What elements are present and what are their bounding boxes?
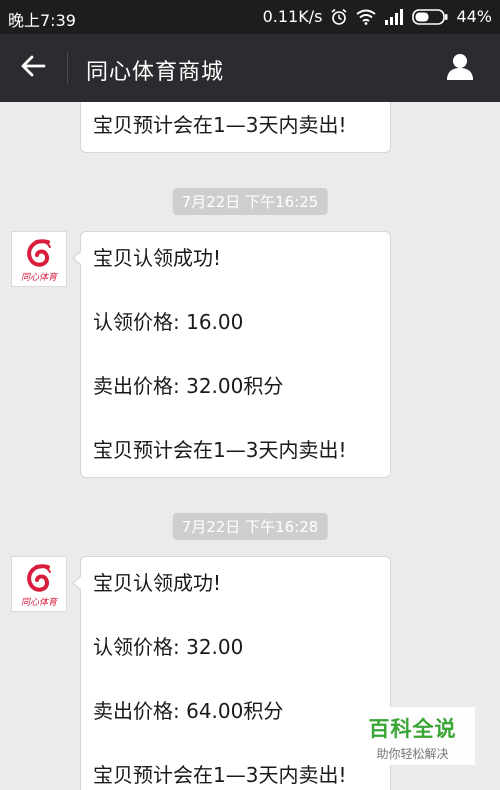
watermark: 百科全说 助你轻松解决 xyxy=(350,707,475,765)
message-bubble: 宝贝认领成功! 认领价格: 16.00 卖出价格: 32.00积分 宝贝预计会在… xyxy=(72,231,391,478)
header: 同心体育商城 xyxy=(0,34,500,102)
message-line: 卖出价格: 32.00积分 xyxy=(93,374,284,398)
battery-icon xyxy=(412,8,448,25)
message-timestamp: 7月22日 下午16:28 xyxy=(172,513,328,540)
watermark-title: 百科全说 xyxy=(368,717,457,741)
message-line: 宝贝预计会在1—3天内卖出! xyxy=(93,763,347,787)
chat-area[interactable]: 宝贝预计会在1—3天内卖出! 7月22日 下午16:25 同心体育 宝贝认领成功… xyxy=(0,102,500,790)
wifi-icon xyxy=(356,9,377,25)
profile-button[interactable] xyxy=(440,48,480,88)
tongxin-logo-icon: 同心体育 xyxy=(21,239,59,283)
message-bubble: 宝贝预计会在1—3天内卖出! xyxy=(80,102,391,153)
message-bubble: 宝贝认领成功! 认领价格: 32.00 卖出价格: 64.00积分 宝贝预计会在… xyxy=(72,556,391,790)
network-speed: 0.11K/s xyxy=(262,7,323,26)
message-line: 认领价格: 32.00 xyxy=(93,635,244,659)
status-right: 0.11K/s 44% xyxy=(263,7,492,26)
person-icon xyxy=(445,51,475,85)
status-time: 晚上7:39 xyxy=(8,11,76,30)
message-line: 宝贝认领成功! xyxy=(93,571,222,595)
message-timestamp: 7月22日 下午16:25 xyxy=(172,188,328,215)
message-line: 宝贝认领成功! xyxy=(93,246,222,270)
header-divider xyxy=(67,52,68,84)
message-line: 宝贝预计会在1—3天内卖出! xyxy=(93,438,347,462)
watermark-subtitle: 助你轻松解决 xyxy=(376,747,449,761)
status-bar: 晚上7:39 0.11K/s 44% xyxy=(0,0,500,34)
back-button[interactable] xyxy=(14,51,52,85)
tongxin-logo-icon: 同心体育 xyxy=(21,564,59,608)
avatar-logo-text: 同心体育 xyxy=(21,272,59,283)
avatar-logo-text: 同心体育 xyxy=(21,597,59,608)
battery-level: 44% xyxy=(456,7,492,26)
message-line: 认领价格: 16.00 xyxy=(93,310,244,334)
signal-icon xyxy=(384,8,404,25)
alarm-icon xyxy=(330,8,348,26)
avatar[interactable]: 同心体育 xyxy=(11,556,67,612)
message-line: 宝贝预计会在1—3天内卖出! xyxy=(93,113,347,137)
back-arrow-icon xyxy=(20,54,46,82)
page-title: 同心体育商城 xyxy=(86,60,225,85)
avatar[interactable]: 同心体育 xyxy=(11,231,67,287)
message-line: 卖出价格: 64.00积分 xyxy=(93,699,284,723)
